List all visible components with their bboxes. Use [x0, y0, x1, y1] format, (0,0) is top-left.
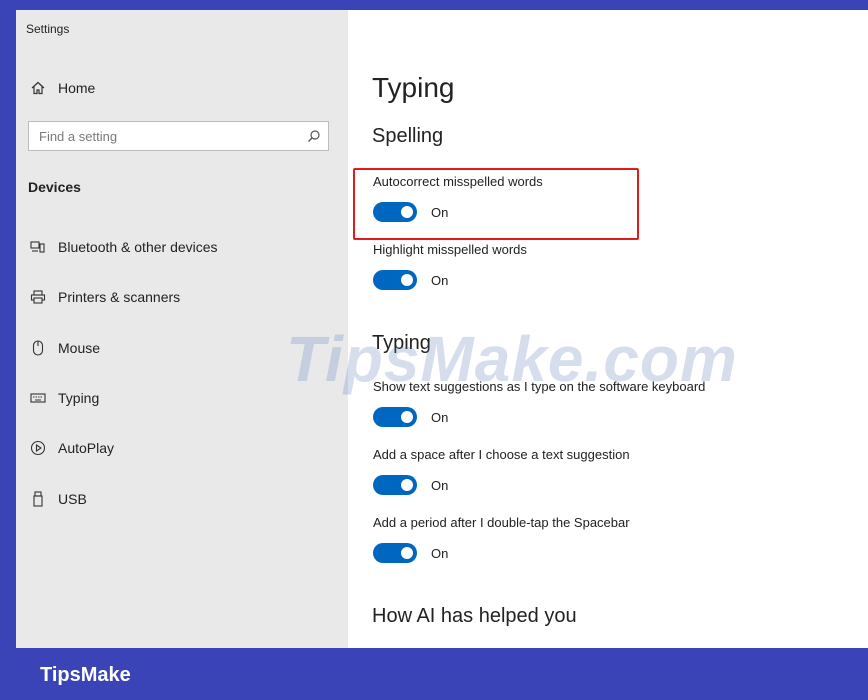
highlight-misspelled-setting: On [373, 270, 448, 290]
autoplay-icon [30, 440, 46, 456]
toggle-state-label: On [431, 272, 449, 288]
toggle-state-label: On [431, 545, 449, 561]
add-period-label: Add a period after I double-tap the Spac… [373, 515, 630, 530]
search-icon[interactable] [300, 129, 328, 143]
spelling-heading: Spelling [372, 125, 444, 147]
settings-window: Settings Home Devices Bluetooth & other … [16, 10, 868, 648]
home-label: Home [58, 80, 96, 96]
sidebar-item-label: AutoPlay [58, 440, 115, 456]
usb-icon [30, 491, 46, 507]
toggle-knob [401, 274, 413, 286]
toggle-state-label: On [431, 477, 449, 493]
sidebar-item-printers[interactable]: Printers & scanners [16, 280, 348, 314]
sidebar-item-label: Printers & scanners [58, 289, 181, 305]
sidebar-item-label: Bluetooth & other devices [58, 239, 218, 255]
sidebar-item-bluetooth[interactable]: Bluetooth & other devices [16, 230, 348, 264]
home-icon [30, 80, 46, 96]
find-setting-search [28, 121, 329, 151]
keyboard-icon [30, 390, 46, 406]
toggle-knob [401, 479, 413, 491]
brand-logo-text: TipsMake [40, 664, 131, 686]
page-title: Typing [372, 72, 455, 103]
watermark-text: TipsMake.com [286, 323, 738, 395]
toggle-knob [401, 411, 413, 423]
find-setting-input[interactable] [29, 122, 300, 150]
sidebar-item-usb[interactable]: USB [16, 482, 348, 516]
home-nav-item[interactable]: Home [16, 71, 348, 105]
window-title: Settings [26, 22, 70, 36]
sidebar-item-autoplay[interactable]: AutoPlay [16, 431, 348, 465]
text-suggestions-setting: On [373, 407, 448, 427]
add-period-setting: On [373, 543, 448, 563]
brand-bar: TipsMake [0, 648, 868, 700]
bluetooth-devices-icon [30, 239, 46, 255]
add-period-toggle[interactable] [373, 543, 417, 563]
ai-helped-heading: How AI has helped you [372, 605, 577, 627]
toggle-knob [401, 547, 413, 559]
devices-section-heading: Devices [28, 179, 81, 195]
highlight-misspelled-toggle[interactable] [373, 270, 417, 290]
add-space-label: Add a space after I choose a text sugges… [373, 447, 630, 462]
text-suggestions-toggle[interactable] [373, 407, 417, 427]
mouse-icon [30, 340, 46, 356]
sidebar-item-label: Mouse [58, 340, 101, 356]
toggle-state-label: On [431, 409, 449, 425]
add-space-toggle[interactable] [373, 475, 417, 495]
add-space-setting: On [373, 475, 448, 495]
sidebar-item-label: Typing [58, 390, 100, 406]
highlight-misspelled-label: Highlight misspelled words [373, 242, 527, 257]
printer-icon [30, 289, 46, 305]
red-highlight-box [353, 168, 639, 240]
sidebar-item-label: USB [58, 491, 87, 507]
